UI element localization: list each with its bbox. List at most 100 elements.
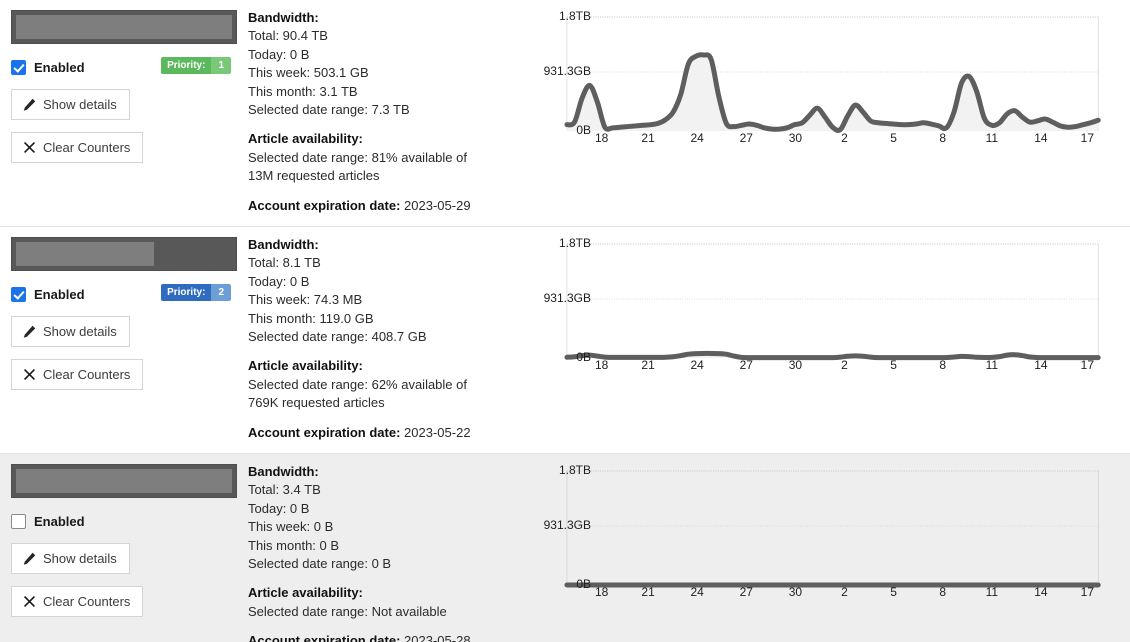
clear-counters-button[interactable]: Clear Counters xyxy=(11,359,144,390)
article-availability-value: Selected date range: 81% available of 13… xyxy=(248,149,467,184)
chart-x-tick: 11 xyxy=(985,585,999,599)
bandwidth-total: Total: 90.4 TB xyxy=(248,28,328,44)
article-availability-heading: Article availability: xyxy=(248,358,363,374)
account-expiration-label: Account expiration date: xyxy=(248,197,401,213)
server-name-bar-fill xyxy=(16,469,232,493)
chart-y-tick: 0B xyxy=(576,123,591,137)
priority-badge-label: Priority: xyxy=(161,284,212,301)
chart-x-tick: 21 xyxy=(641,585,655,599)
chart-x-tick: 30 xyxy=(788,585,803,599)
chart-x-tick: 11 xyxy=(985,131,999,145)
show-details-button[interactable]: Show details xyxy=(11,316,130,347)
enabled-label: Enabled xyxy=(34,513,85,529)
enabled-row: Enabled Priority: 2 xyxy=(11,284,246,304)
chart-x-tick: 17 xyxy=(1080,585,1095,599)
priority-badge: Priority: 1 xyxy=(161,57,231,74)
chart-x-tick: 24 xyxy=(690,131,704,145)
server-row[interactable]: Enabled Priority: 1 Show details Clear Count… xyxy=(0,0,1130,227)
chart-x-tick: 11 xyxy=(985,358,999,372)
bandwidth-heading: Bandwidth: xyxy=(248,10,319,25)
bandwidth-this-week: This week: 503.1 GB xyxy=(248,65,369,81)
bandwidth-chart[interactable]: 0B 931.3GB 1.8TB 18 21 24 27 30 2 5 8 11 14 17 xyxy=(521,234,1110,379)
bandwidth-this-month: This month: 119.0 GB xyxy=(248,310,374,326)
bandwidth-selected-range: Selected date range: 7.3 TB xyxy=(248,102,410,118)
chart-x-tick: 17 xyxy=(1080,131,1095,145)
account-expiration-label: Account expiration date: xyxy=(248,633,401,642)
clear-counters-label: Clear Counters xyxy=(43,593,131,609)
pencil-icon xyxy=(22,552,36,566)
article-availability-heading: Article availability: xyxy=(248,131,363,147)
show-details-button[interactable]: Show details xyxy=(11,543,130,574)
clear-counters-button[interactable]: Clear Counters xyxy=(11,586,144,617)
server-list: Enabled Priority: 1 Show details Clear Count… xyxy=(0,0,1130,642)
bandwidth-this-week: This week: 0 B xyxy=(248,519,334,535)
bandwidth-today: Today: 0 B xyxy=(248,46,310,62)
show-details-button[interactable]: Show details xyxy=(11,89,130,120)
chart-y-tick: 931.3GB xyxy=(543,518,591,532)
server-name-bar-fill xyxy=(16,15,232,39)
chart-y-tick: 1.8TB xyxy=(558,463,591,477)
bandwidth-chart[interactable]: 0B 931.3GB 1.8TB 18 21 24 27 30 2 5 8 11 14 17 xyxy=(521,461,1110,606)
enabled-checkbox[interactable] xyxy=(11,286,26,302)
priority-badge: Priority: 2 xyxy=(161,284,231,301)
server-name-bar xyxy=(11,464,237,498)
chart-y-tick: 931.3GB xyxy=(543,64,591,78)
chart-x-tick: 30 xyxy=(788,358,803,372)
chart-y-tick: 931.3GB xyxy=(543,291,591,305)
server-row-stats: Bandwidth: Total: 3.4 TB Today: 0 B This we… xyxy=(246,454,521,642)
account-expiration: Account expiration date: 2023-05-29 xyxy=(248,197,521,215)
chart-x-tick: 5 xyxy=(890,585,897,599)
chart-x-tick: 8 xyxy=(939,131,947,145)
server-row[interactable]: Enabled Priority: 2 Show details Clear Count… xyxy=(0,227,1130,454)
server-row-chart[interactable]: 0B 931.3GB 1.8TB 18 21 24 27 30 2 5 8 11 14 17 xyxy=(521,454,1130,642)
enabled-checkbox[interactable] xyxy=(11,513,26,529)
chart-x-tick: 2 xyxy=(841,358,848,372)
account-expiration-date: 2023-05-28 xyxy=(404,633,471,642)
chart-x-tick: 14 xyxy=(1034,585,1048,599)
server-row-stats: Bandwidth: Total: 8.1 TB Today: 0 B This we… xyxy=(246,227,521,442)
server-row[interactable]: Enabled Show details Clear Counters Bandwid… xyxy=(0,454,1130,642)
server-name-bar-rest xyxy=(154,242,232,266)
chart-x-axis: 18 21 24 27 30 2 5 8 11 14 17 xyxy=(595,131,1094,147)
bandwidth-this-month: This month: 3.1 TB xyxy=(248,83,358,99)
bandwidth-selected-range: Selected date range: 408.7 GB xyxy=(248,329,427,345)
chart-y-tick: 1.8TB xyxy=(558,9,591,23)
chart-x-axis: 18 21 24 27 30 2 5 8 11 14 17 xyxy=(595,585,1094,601)
chart-x-tick: 24 xyxy=(690,358,704,372)
chart-x-tick: 2 xyxy=(841,131,848,145)
priority-badge-value: 2 xyxy=(211,284,231,301)
bandwidth-total: Total: 3.4 TB xyxy=(248,482,321,498)
x-icon xyxy=(22,595,36,609)
chart-x-tick: 8 xyxy=(939,585,947,599)
pencil-icon xyxy=(22,325,36,339)
chart-x-tick: 27 xyxy=(739,358,753,372)
chart-y-tick: 0B xyxy=(576,350,591,364)
chart-x-tick: 2 xyxy=(841,585,848,599)
enabled-label: Enabled xyxy=(34,59,85,75)
x-icon xyxy=(22,141,36,155)
clear-counters-button[interactable]: Clear Counters xyxy=(11,132,144,163)
bandwidth-this-month: This month: 0 B xyxy=(248,537,340,553)
article-availability-heading: Article availability: xyxy=(248,585,363,601)
server-row-chart[interactable]: 0B 931.3GB 1.8TB 18 21 24 27 30 2 5 8 11 14 17 xyxy=(521,227,1130,453)
chart-x-axis: 18 21 24 27 30 2 5 8 11 14 17 xyxy=(595,358,1094,374)
chart-x-tick: 14 xyxy=(1034,358,1048,372)
chart-y-tick: 0B xyxy=(576,577,591,591)
chart-y-tick: 1.8TB xyxy=(558,236,591,250)
priority-badge-label: Priority: xyxy=(161,57,212,74)
account-expiration-date: 2023-05-29 xyxy=(404,197,471,213)
clear-counters-label: Clear Counters xyxy=(43,366,131,382)
enabled-checkbox[interactable] xyxy=(11,59,26,75)
bandwidth-this-week: This week: 74.3 MB xyxy=(248,292,363,308)
enabled-row: Enabled xyxy=(11,511,246,531)
server-row-chart[interactable]: 0B 931.3GB 1.8TB 18 21 24 27 30 2 5 8 11 14 17 xyxy=(521,0,1130,226)
chart-x-tick: 5 xyxy=(890,358,897,372)
bandwidth-today: Today: 0 B xyxy=(248,273,310,289)
chart-x-tick: 30 xyxy=(788,131,803,145)
bandwidth-heading: Bandwidth: xyxy=(248,464,319,479)
bandwidth-chart[interactable]: 0B 931.3GB 1.8TB 18 21 24 27 30 2 5 8 11 14 17 xyxy=(521,7,1110,152)
chart-x-tick: 21 xyxy=(641,131,655,145)
server-row-stats: Bandwidth: Total: 90.4 TB Today: 0 B This w… xyxy=(246,0,521,215)
pencil-icon xyxy=(22,98,36,112)
chart-x-tick: 27 xyxy=(739,585,753,599)
